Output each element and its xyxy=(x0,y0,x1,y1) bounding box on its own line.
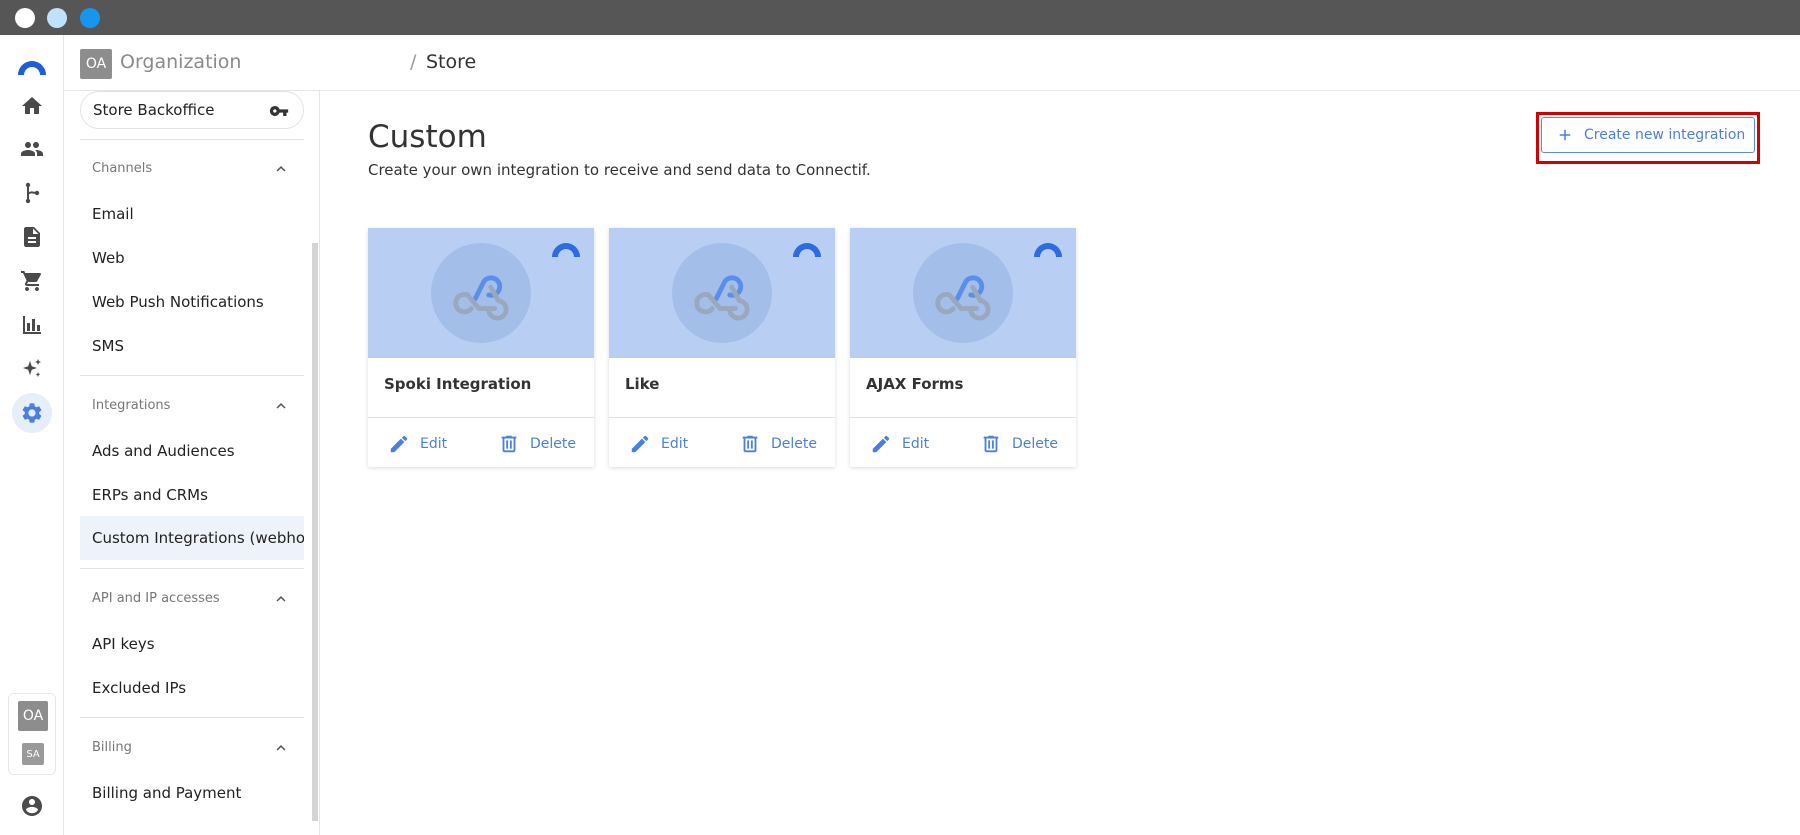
card-divider xyxy=(850,417,1076,418)
card-title: Like xyxy=(625,375,660,393)
chevron-up-icon[interactable] xyxy=(272,397,290,415)
contacts-icon[interactable] xyxy=(12,129,52,169)
delete-button[interactable]: Delete xyxy=(980,429,1058,459)
delete-label: Delete xyxy=(530,436,576,452)
card-thumbnail xyxy=(609,228,835,358)
card-thumbnail xyxy=(368,228,594,358)
card-thumbnail xyxy=(850,228,1076,358)
connectif-badge-icon xyxy=(1034,243,1062,257)
edit-label: Edit xyxy=(420,436,448,452)
section-heading-api-ip[interactable]: API and IP accesses xyxy=(92,591,220,606)
create-button-label: Create new integration xyxy=(1584,127,1746,143)
create-new-integration-button[interactable]: Create new integration xyxy=(1541,117,1755,153)
sidebar-item-ads-audiences[interactable]: Ads and Audiences xyxy=(80,429,304,473)
pencil-icon xyxy=(631,435,649,453)
card-divider xyxy=(609,417,835,418)
key-icon xyxy=(267,101,291,121)
sidebar-divider xyxy=(80,717,304,718)
sidebar-item-api-keys[interactable]: API keys xyxy=(80,622,304,666)
edit-label: Edit xyxy=(902,436,930,452)
connectif-logo-icon[interactable] xyxy=(16,57,48,77)
connectif-badge-icon xyxy=(793,243,821,257)
sidebar-item-excluded-ips[interactable]: Excluded IPs xyxy=(80,666,304,710)
content-icon[interactable] xyxy=(12,217,52,257)
chevron-up-icon[interactable] xyxy=(272,739,290,757)
integration-card[interactable]: Like Edit Delete xyxy=(609,228,835,467)
webhook-icon xyxy=(431,243,531,343)
section-heading-integrations[interactable]: Integrations xyxy=(92,398,170,413)
sidebar-item-billing-payment[interactable]: Billing and Payment xyxy=(80,771,304,815)
user-profile-icon[interactable] xyxy=(20,794,44,818)
integration-card[interactable]: Spoki Integration Edit Delete xyxy=(368,228,594,467)
sidebar-item-web[interactable]: Web xyxy=(80,236,304,280)
sidebar-divider xyxy=(80,139,304,140)
integration-card[interactable]: AJAX Forms Edit Delete xyxy=(850,228,1076,467)
top-bar: OA Organization / Store xyxy=(64,35,1800,91)
trash-icon xyxy=(983,435,999,453)
webhook-icon xyxy=(672,243,772,343)
delete-button[interactable]: Delete xyxy=(498,429,576,459)
plus-icon xyxy=(1556,126,1574,144)
sidebar-divider xyxy=(80,375,304,376)
ai-sparkle-icon[interactable] xyxy=(12,349,52,389)
delete-label: Delete xyxy=(1012,436,1058,452)
sidebar-item-web-push[interactable]: Web Push Notifications xyxy=(80,280,304,324)
store-selector-label: Store Backoffice xyxy=(93,101,215,119)
home-icon[interactable] xyxy=(12,86,52,126)
chevron-up-icon[interactable] xyxy=(272,160,290,178)
close-window-button[interactable] xyxy=(15,8,35,28)
settings-sidebar: Store Backoffice Channels Email Web Web … xyxy=(64,91,320,835)
pencil-icon xyxy=(390,435,408,453)
page-title: Custom xyxy=(368,119,487,155)
minimize-window-button[interactable] xyxy=(47,8,67,28)
trash-icon xyxy=(501,435,517,453)
section-heading-channels[interactable]: Channels xyxy=(92,161,152,176)
account-avatar-primary[interactable]: OA xyxy=(18,701,48,731)
edit-button[interactable]: Edit xyxy=(870,429,929,459)
sidebar-item-sms[interactable]: SMS xyxy=(80,324,304,368)
card-divider xyxy=(368,417,594,418)
workflows-icon[interactable] xyxy=(12,173,52,213)
page-subtitle: Create your own integration to receive a… xyxy=(368,161,871,179)
breadcrumb-store[interactable]: Store xyxy=(426,51,476,73)
store-selector[interactable]: Store Backoffice xyxy=(80,91,304,129)
reports-icon[interactable] xyxy=(12,305,52,345)
sidebar-divider xyxy=(80,568,304,569)
sidebar-item-custom-integrations[interactable]: Custom Integrations (webhooks) xyxy=(80,516,304,560)
window-titlebar xyxy=(0,0,1800,35)
cart-icon[interactable] xyxy=(12,261,52,301)
settings-icon[interactable] xyxy=(12,393,52,433)
main-content: Custom Create your own integration to re… xyxy=(320,91,1800,835)
edit-button[interactable]: Edit xyxy=(629,429,688,459)
sidebar-item-email[interactable]: Email xyxy=(80,192,304,236)
pencil-icon xyxy=(872,435,890,453)
nav-rail: OA SA xyxy=(0,35,64,835)
sidebar-scrollbar[interactable] xyxy=(312,243,318,821)
edit-button[interactable]: Edit xyxy=(388,429,447,459)
account-switcher[interactable]: OA SA xyxy=(8,693,56,775)
org-avatar[interactable]: OA xyxy=(80,49,112,79)
delete-button[interactable]: Delete xyxy=(739,429,817,459)
sidebar-item-erps-crms[interactable]: ERPs and CRMs xyxy=(80,473,304,517)
section-heading-billing[interactable]: Billing xyxy=(92,740,132,755)
edit-label: Edit xyxy=(661,436,689,452)
chevron-up-icon[interactable] xyxy=(272,590,290,608)
connectif-badge-icon xyxy=(552,243,580,257)
delete-label: Delete xyxy=(771,436,817,452)
maximize-window-button[interactable] xyxy=(80,8,100,28)
breadcrumb-separator: / xyxy=(410,51,417,73)
card-title: Spoki Integration xyxy=(384,375,532,393)
card-title: AJAX Forms xyxy=(866,375,964,393)
webhook-icon xyxy=(913,243,1013,343)
org-name[interactable]: Organization xyxy=(120,51,241,73)
trash-icon xyxy=(742,435,758,453)
account-avatar-secondary[interactable]: SA xyxy=(22,743,44,765)
